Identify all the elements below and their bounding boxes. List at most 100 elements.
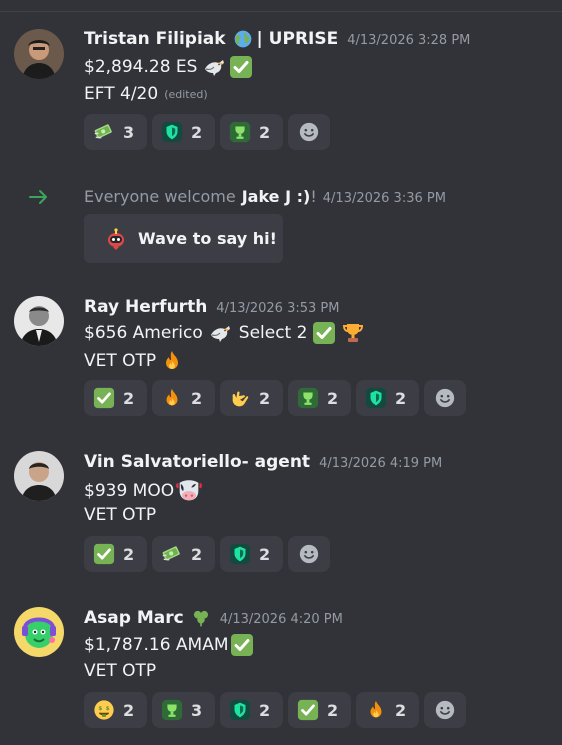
- message-text: $939 MOO: [84, 481, 175, 501]
- reaction-count: 2: [191, 544, 203, 564]
- join-arrow-icon: [29, 190, 47, 204]
- join-message: Everyone welcome Jake J :) ! 4/13/2026 3…: [84, 187, 446, 206]
- check-mark-icon: [230, 633, 254, 657]
- money-with-wings-icon: [93, 121, 115, 143]
- timestamp[interactable]: 4/13/2026 3:53 PM: [216, 301, 339, 316]
- trophy-icon: [341, 321, 365, 345]
- reaction-count: 2: [259, 122, 271, 142]
- username[interactable]: Vin Salvatoriello- agent: [84, 452, 310, 472]
- reaction-trophy-badge[interactable]: 2: [288, 380, 351, 416]
- message-text: VET OTP: [84, 661, 157, 681]
- message-text: $1,787.16 AMAM: [84, 635, 229, 655]
- timestamp[interactable]: 4/13/2026 3:28 PM: [347, 33, 470, 48]
- trophy-badge-icon: [229, 121, 251, 143]
- reaction-green-shield[interactable]: 2: [220, 536, 283, 572]
- reaction-green-shield[interactable]: 2: [356, 380, 419, 416]
- message-text: $656 Americo: [84, 323, 203, 343]
- wave-button[interactable]: Wave to say hi!: [84, 214, 283, 263]
- reaction-money-with-wings[interactable]: 2: [152, 536, 215, 572]
- avatar[interactable]: [14, 607, 64, 657]
- reaction-money-mouth-face[interactable]: 2: [84, 692, 147, 728]
- reaction-green-shield[interactable]: 2: [220, 692, 283, 728]
- reactions-bar: 2 2 2 2 2: [84, 380, 466, 416]
- check-mark-icon: [297, 699, 319, 721]
- add-reaction-button[interactable]: [424, 692, 466, 728]
- reaction-check-mark[interactable]: 2: [84, 536, 147, 572]
- avatar[interactable]: [14, 451, 64, 501]
- money-mouth-face-icon: [93, 699, 115, 721]
- check-mark-icon: [93, 387, 115, 409]
- reaction-check-mark[interactable]: 2: [288, 692, 351, 728]
- smile-icon: [298, 121, 320, 143]
- add-reaction-button[interactable]: [288, 536, 330, 572]
- reaction-count: 2: [123, 700, 135, 720]
- reaction-green-shield[interactable]: 2: [152, 114, 215, 150]
- reaction-count: 2: [123, 544, 135, 564]
- green-shield-icon: [229, 543, 251, 565]
- join-suffix: !: [310, 187, 317, 206]
- reaction-count: 2: [259, 388, 271, 408]
- reaction-count: 2: [395, 700, 407, 720]
- username-suffix: | UPRISE: [256, 29, 339, 49]
- green-shield-icon: [161, 121, 183, 143]
- message-text: $2,894.28 ES: [84, 57, 198, 77]
- eagle-icon: [209, 321, 233, 345]
- avatar[interactable]: [14, 296, 64, 346]
- join-prefix: Everyone welcome: [84, 187, 236, 206]
- avatar[interactable]: [14, 29, 64, 79]
- green-shield-icon: [365, 387, 387, 409]
- wave-label: Wave to say hi!: [138, 229, 277, 248]
- reactions-bar: 2 3 2 2 2: [84, 692, 466, 728]
- smile-icon: [434, 699, 456, 721]
- username[interactable]: Tristan Filipiak: [84, 29, 226, 49]
- username[interactable]: Asap Marc: [84, 608, 184, 628]
- reaction-money-with-wings[interactable]: 3: [84, 114, 147, 150]
- trophy-badge-icon: [297, 387, 319, 409]
- money-with-wings-icon: [161, 543, 183, 565]
- reaction-trophy-badge[interactable]: 3: [152, 692, 215, 728]
- reaction-count: 2: [395, 388, 407, 408]
- cow-icon: [175, 477, 203, 505]
- top-divider: [0, 11, 562, 12]
- reaction-count: 2: [259, 544, 271, 564]
- message-text: Select 2: [238, 323, 308, 343]
- edited-label: (edited): [164, 87, 208, 101]
- message-text: VET OTP: [84, 351, 157, 371]
- check-mark-icon: [312, 321, 336, 345]
- call-me-hand-icon: [229, 387, 251, 409]
- reaction-count: 2: [191, 388, 203, 408]
- add-reaction-button[interactable]: [424, 380, 466, 416]
- reaction-call-me-hand[interactable]: 2: [220, 380, 283, 416]
- reaction-count: 3: [191, 700, 203, 720]
- reaction-count: 2: [123, 388, 135, 408]
- check-mark-icon: [93, 543, 115, 565]
- username[interactable]: Ray Herfurth: [84, 297, 207, 317]
- eagle-icon: [203, 55, 227, 79]
- fire-icon: [365, 699, 387, 721]
- globe-icon: [233, 29, 253, 49]
- smile-icon: [298, 543, 320, 565]
- message-text: VET OTP: [84, 505, 157, 525]
- reaction-fire[interactable]: 2: [356, 692, 419, 728]
- timestamp[interactable]: 4/13/2026 4:19 PM: [319, 456, 442, 471]
- reaction-count: 2: [259, 700, 271, 720]
- reaction-count: 3: [123, 122, 135, 142]
- trophy-badge-icon: [161, 699, 183, 721]
- reaction-count: 2: [327, 388, 339, 408]
- timestamp[interactable]: 4/13/2026 3:36 PM: [323, 191, 446, 206]
- reactions-bar: 2 2 2: [84, 536, 330, 572]
- timestamp[interactable]: 4/13/2026 4:20 PM: [220, 612, 343, 627]
- reaction-trophy-badge[interactable]: 2: [220, 114, 283, 150]
- fire-icon: [161, 387, 183, 409]
- clover-icon: [191, 608, 211, 628]
- reaction-check-mark[interactable]: 2: [84, 380, 147, 416]
- reaction-count: 2: [191, 122, 203, 142]
- join-username[interactable]: Jake J :): [242, 187, 311, 206]
- add-reaction-button[interactable]: [288, 114, 330, 150]
- reaction-count: 2: [327, 700, 339, 720]
- reactions-bar: 3 2 2: [84, 114, 330, 150]
- smile-icon: [434, 387, 456, 409]
- reaction-fire[interactable]: 2: [152, 380, 215, 416]
- wave-bot-icon: [104, 227, 128, 251]
- message-text: EFT 4/20: [84, 84, 159, 104]
